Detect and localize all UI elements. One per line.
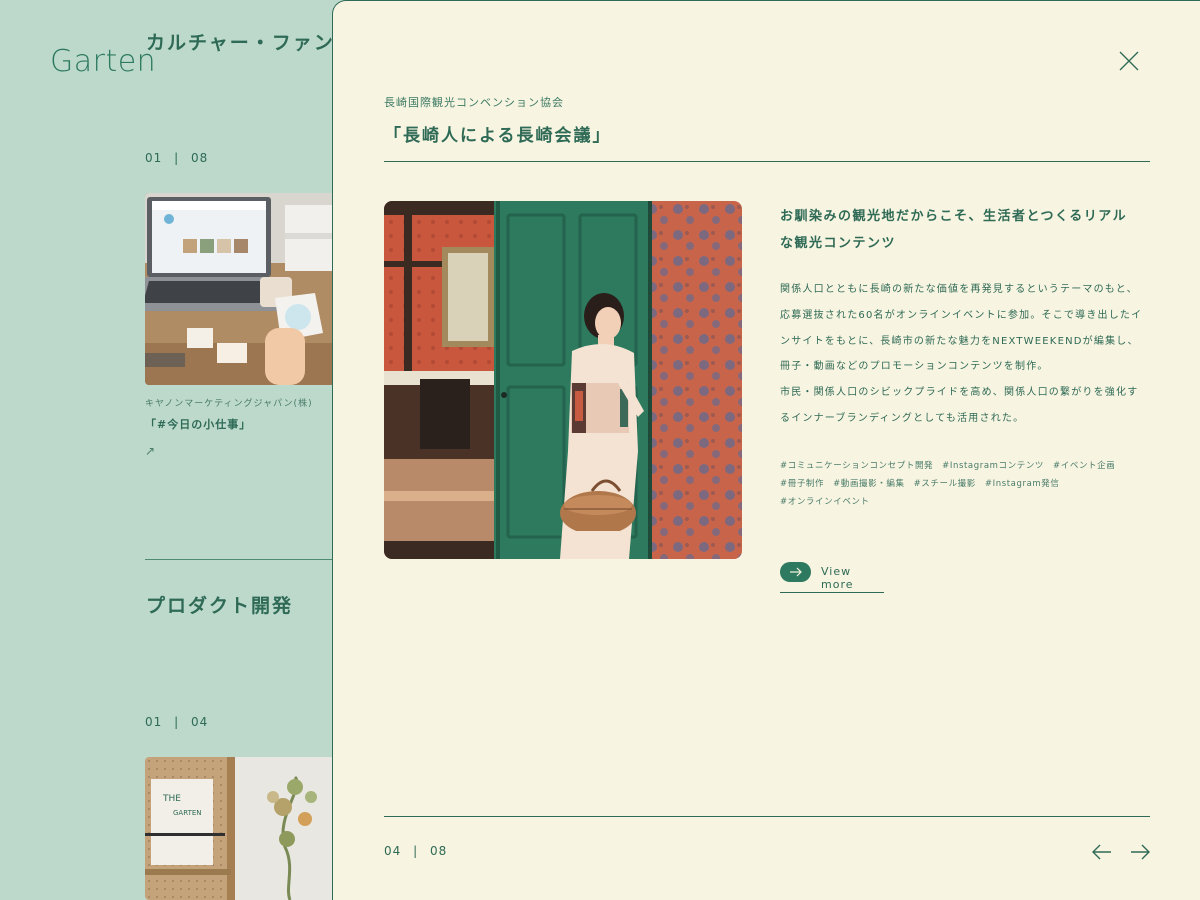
- tag: #Instagram発信: [984, 479, 1060, 489]
- work-lead-text: お馴染みの観光地だからこそ、生活者とつくるリアル な観光コンテンツ: [780, 209, 1128, 251]
- tag: #Instagramコンテンツ: [942, 461, 1045, 471]
- product-card-thumbnail[interactable]: THE GARTEN: [145, 757, 345, 900]
- workspace-photo: [145, 193, 345, 385]
- view-more-pill: [780, 562, 811, 582]
- work-tag-list: #コミュニケーションコンセプト開発 #Instagramコンテンツ #イベント企…: [780, 459, 1150, 510]
- svg-text:GARTEN: GARTEN: [173, 809, 202, 817]
- tag: #オンラインイベント: [780, 497, 870, 507]
- section-heading-culture: カルチャー・ファン: [146, 32, 335, 54]
- work-card-title[interactable]: 「#今日の小仕事」: [145, 416, 251, 432]
- work-detail-modal: 長崎国際観光コンベンション協会 「長崎人による長崎会議」 お馴染みの観光地だから…: [332, 0, 1200, 900]
- next-button[interactable]: [1129, 841, 1151, 863]
- close-icon: [1119, 51, 1139, 71]
- arrow-left-icon: [1092, 844, 1111, 860]
- section-heading-product: プロダクト開発: [146, 595, 294, 617]
- work-main-photo: [384, 201, 742, 559]
- tag: #冊子制作: [780, 479, 825, 489]
- tag: #イベント企画: [1053, 461, 1116, 471]
- view-more-label: View more: [821, 565, 854, 591]
- modal-title: 「長崎人による長崎会議」: [384, 126, 612, 146]
- tag: #コミュニケーションコンセプト開発: [780, 461, 934, 471]
- section-counter: 01 | 08: [145, 151, 209, 165]
- view-more-link[interactable]: View more: [780, 562, 884, 593]
- arrow-right-icon: [790, 567, 802, 577]
- header-divider: [384, 161, 1150, 162]
- tag: #動画撮影・編集: [833, 479, 905, 489]
- work-card-client: キヤノンマーケティングジャパン(株): [145, 399, 313, 409]
- shop-shelf-photo: THE GARTEN: [145, 757, 345, 900]
- section-counter: 01 | 04: [145, 715, 209, 729]
- close-button[interactable]: [1119, 51, 1139, 71]
- work-description: 関係人口とともに長崎の新たな価値を再発見するというテーマのもと、 応募選抜された…: [780, 284, 1143, 424]
- tag: #スチール撮影: [913, 479, 976, 489]
- svg-text:THE: THE: [162, 794, 181, 804]
- work-card-thumbnail[interactable]: [145, 193, 345, 385]
- external-link-icon[interactable]: ↗: [145, 444, 155, 458]
- arrow-right-icon: [1131, 844, 1150, 860]
- garten-logo[interactable]: Garten: [50, 44, 156, 79]
- kimono-doorway-photo: [384, 201, 742, 559]
- slide-counter: 04 | 08: [384, 844, 448, 858]
- footer-divider: [384, 816, 1150, 817]
- modal-client-name: 長崎国際観光コンベンション協会: [384, 96, 564, 109]
- prev-button[interactable]: [1091, 841, 1113, 863]
- section-divider: [145, 559, 345, 560]
